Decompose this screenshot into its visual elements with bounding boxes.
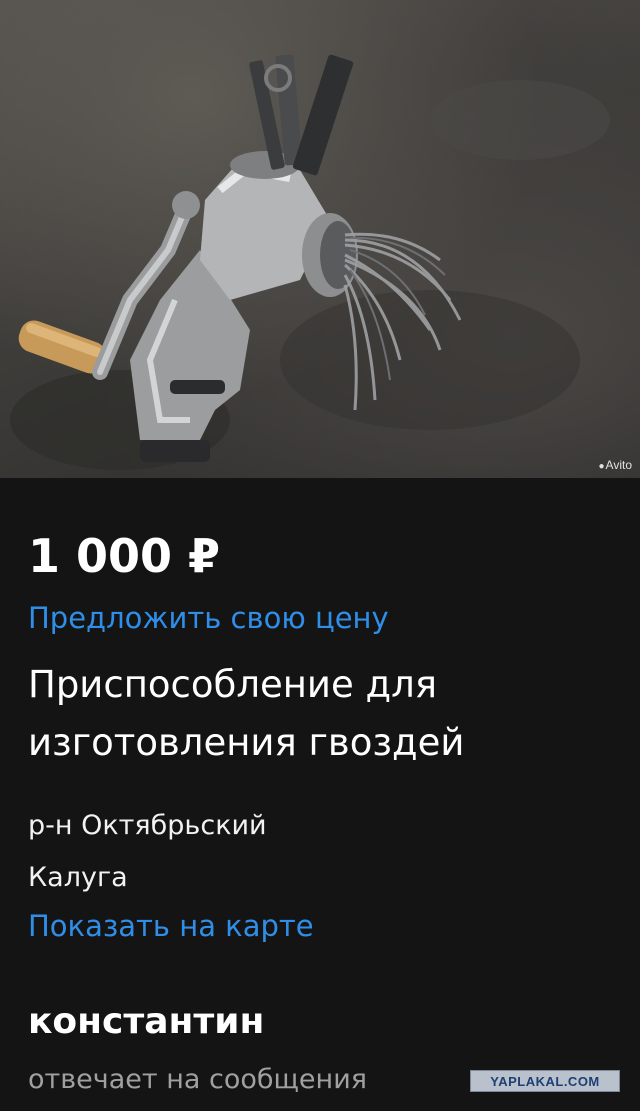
listing-city: Калуга [28, 862, 128, 893]
avito-watermark: ●Avito [598, 458, 632, 472]
yaplakal-watermark-badge: YAPLAKAL.COM [470, 1070, 620, 1092]
listing-title: Приспособление для изготовления гвоздей [28, 663, 465, 764]
listing-district: р-н Октябрьский [28, 810, 267, 841]
listing-photo[interactable]: ●Avito [0, 0, 640, 478]
avito-logo-icon: ● [598, 461, 605, 472]
seller-status: отвечает на сообщения [28, 1064, 367, 1095]
listing-price: 1 000 ₽ [28, 529, 221, 583]
meat-grinder-illustration [10, 54, 610, 470]
show-on-map-link[interactable]: Показать на карте [28, 908, 314, 944]
offer-price-link[interactable]: Предложить свою цену [28, 600, 389, 636]
avito-watermark-text: Avito [605, 458, 632, 472]
seller-name[interactable]: константин [28, 1000, 264, 1044]
